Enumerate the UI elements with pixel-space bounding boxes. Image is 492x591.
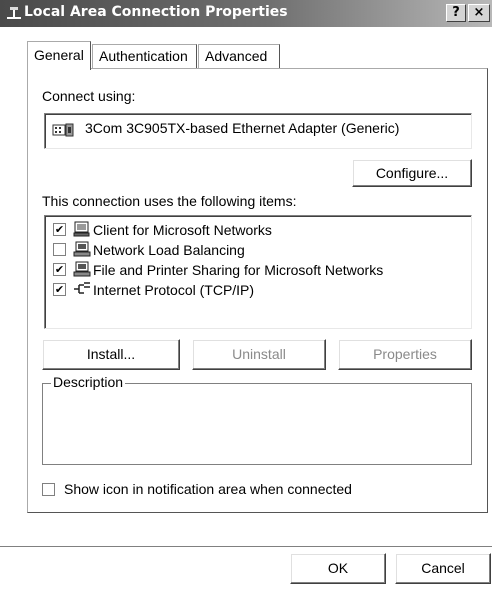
configure-button[interactable]: Configure... (352, 159, 472, 187)
checkbox-checked[interactable]: ✔ (53, 283, 66, 296)
properties-dialog: Local Area Connection Properties ? × Gen… (0, 0, 492, 591)
window-title: Local Area Connection Properties (24, 4, 288, 20)
uninstall-button[interactable]: Uninstall (192, 339, 326, 370)
protocol-icon (74, 282, 90, 294)
network-client-icon (73, 221, 90, 237)
description-label: Description (51, 374, 126, 390)
list-item-label: Internet Protocol (TCP/IP) (93, 282, 255, 298)
show-icon-checkbox[interactable] (42, 483, 55, 496)
tab-authentication[interactable]: Authentication (92, 44, 197, 68)
network-connection-icon (7, 7, 21, 19)
checkbox-checked[interactable]: ✔ (53, 223, 66, 236)
footer-divider-highlight (0, 547, 492, 548)
network-adapter-icon (52, 123, 74, 137)
tab-advanced[interactable]: Advanced (198, 44, 280, 68)
checkbox-checked[interactable]: ✔ (53, 263, 66, 276)
network-service-icon (73, 261, 91, 277)
components-list[interactable]: ✔ Client for Microsoft Networks Network … (44, 215, 472, 329)
list-item-label: Client for Microsoft Networks (93, 222, 272, 238)
close-button[interactable]: × (468, 4, 490, 22)
install-button[interactable]: Install... (42, 339, 180, 370)
adapter-name: 3Com 3C905TX-based Ethernet Adapter (Gen… (85, 120, 400, 136)
connect-using-label: Connect using: (42, 88, 136, 104)
network-service-icon (73, 241, 91, 257)
properties-button[interactable]: Properties (338, 339, 472, 370)
title-bar[interactable]: Local Area Connection Properties ? × (0, 0, 492, 27)
ok-button[interactable]: OK (290, 553, 386, 584)
checkbox-unchecked[interactable] (53, 243, 66, 256)
list-item-label: File and Printer Sharing for Microsoft N… (93, 262, 384, 278)
description-group: Description (42, 374, 472, 465)
cancel-button[interactable]: Cancel (395, 553, 491, 584)
list-item-label: Network Load Balancing (93, 242, 245, 258)
help-button[interactable]: ? (446, 4, 466, 22)
items-label: This connection uses the following items… (42, 193, 297, 209)
adapter-field: 3Com 3C905TX-based Ethernet Adapter (Gen… (44, 113, 472, 149)
show-icon-label: Show icon in notification area when conn… (64, 481, 352, 497)
tab-general[interactable]: General (27, 41, 91, 70)
